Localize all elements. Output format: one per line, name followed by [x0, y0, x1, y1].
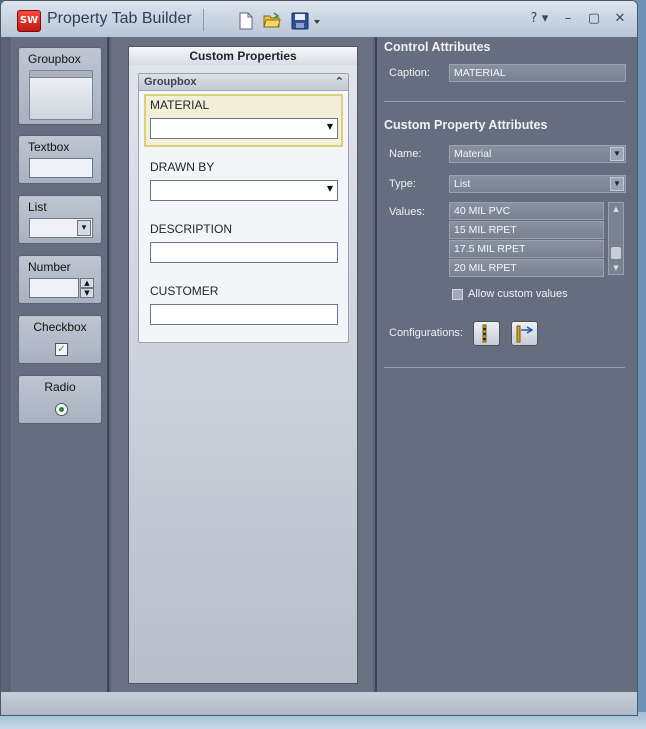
drawn-by-combo[interactable]: ▼: [150, 180, 338, 201]
values-label: Values:: [389, 206, 425, 218]
configurations-specific-button[interactable]: [511, 321, 538, 346]
checkbox-preview-icon: ✓: [55, 343, 68, 356]
collapse-icon[interactable]: ⌃: [335, 74, 344, 90]
toolbox-radio[interactable]: Radio: [18, 375, 102, 424]
spin-down-icon: ▼: [80, 288, 94, 298]
builder-body: Groupbox Textbox List ▾ Number ▲ ▼ Check…: [1, 37, 637, 715]
save-icon[interactable]: [291, 12, 309, 30]
groupbox-header[interactable]: Groupbox ⌃: [139, 74, 348, 91]
save-dropdown-icon[interactable]: [312, 12, 322, 30]
toolbox-groupbox-label: Groupbox: [28, 52, 81, 66]
close-button[interactable]: ✕: [613, 11, 627, 26]
caption-label: Caption:: [389, 67, 430, 79]
solidworks-logo: SW: [17, 10, 41, 32]
toolbox-list[interactable]: List ▾: [18, 195, 102, 244]
name-select[interactable]: Material ▼: [449, 145, 626, 163]
open-folder-icon[interactable]: [263, 12, 281, 30]
minimize-button[interactable]: –: [561, 11, 575, 26]
title-separator: [203, 9, 204, 31]
chevron-down-icon[interactable]: ▼: [610, 177, 624, 191]
status-bar: [1, 692, 637, 715]
textbox-preview-icon: [29, 158, 93, 178]
toolbox-list-label: List: [28, 200, 47, 214]
toolbox-radio-label: Radio: [44, 380, 76, 394]
form-design-panel: Custom Properties Groupbox ⌃ MATERIAL ▼ …: [111, 37, 373, 692]
new-document-icon[interactable]: [237, 12, 255, 30]
toolbox-number-label: Number: [28, 260, 71, 274]
window-title: Property Tab Builder: [47, 10, 192, 27]
toolbox-checkbox[interactable]: Checkbox ✓: [18, 315, 102, 364]
toolbox-textbox[interactable]: Textbox: [18, 135, 102, 184]
drawn-by-label: DRAWN BY: [150, 160, 215, 174]
chevron-down-icon: ▼: [326, 184, 333, 193]
attributes-panel: Control Attributes Caption: MATERIAL Cus…: [375, 37, 637, 692]
list-item[interactable]: 15 MIL RPET: [449, 221, 604, 239]
material-label: MATERIAL: [150, 98, 210, 112]
list-item[interactable]: 17.5 MIL RPET: [449, 240, 604, 258]
toolbox-textbox-label: Textbox: [28, 140, 70, 154]
type-select[interactable]: List ▼: [449, 175, 626, 193]
scroll-down-icon[interactable]: ▼: [609, 262, 623, 274]
customer-label: CUSTOMER: [150, 284, 219, 298]
toolbox-groupbox[interactable]: Groupbox: [18, 47, 102, 125]
property-tab-builder-window: SW Property Tab Builder ? ▾ – ▢ ✕ Groupb…: [0, 0, 638, 716]
custom-properties-form[interactable]: Custom Properties Groupbox ⌃ MATERIAL ▼ …: [128, 46, 358, 684]
type-label: Type:: [389, 178, 416, 190]
name-value: Material: [454, 148, 492, 160]
section-divider: [384, 367, 625, 368]
groupbox-preview-icon: [29, 70, 93, 120]
groupbox-title: Groupbox: [144, 76, 197, 88]
chevron-down-icon: ▼: [326, 122, 333, 131]
configurations-all-button[interactable]: [473, 321, 500, 346]
scroll-up-icon[interactable]: ▲: [609, 203, 623, 215]
groupbox-control[interactable]: Groupbox ⌃ MATERIAL ▼ DRAWN BY ▼ DESCRIP…: [138, 73, 349, 343]
caption-input[interactable]: MATERIAL: [449, 64, 626, 82]
help-icon[interactable]: ?: [527, 11, 541, 26]
list-preview-icon: ▾: [29, 218, 93, 238]
spin-up-icon: ▲: [80, 278, 94, 288]
configurations-all-icon: [482, 324, 487, 343]
allow-custom-values-label[interactable]: Allow custom values: [468, 288, 568, 300]
section-divider: [384, 101, 625, 102]
control-toolbox: Groupbox Textbox List ▾ Number ▲ ▼ Check…: [11, 37, 109, 692]
type-value: List: [454, 178, 471, 190]
name-label: Name:: [389, 148, 422, 160]
values-scrollbar[interactable]: ▲ ▼: [608, 202, 624, 275]
description-label: DESCRIPTION: [150, 222, 233, 236]
description-field[interactable]: [150, 242, 338, 263]
configurations-label: Configurations:: [389, 327, 463, 339]
toolbox-checkbox-label: Checkbox: [33, 320, 87, 334]
help-dropdown-icon[interactable]: ▾: [541, 11, 549, 26]
number-preview-icon: [29, 278, 79, 298]
values-list[interactable]: 40 MIL PVC 15 MIL RPET 17.5 MIL RPET 20 …: [449, 202, 604, 278]
configurations-specific-icon: [516, 325, 534, 343]
material-combo[interactable]: ▼: [150, 118, 338, 139]
radio-preview-icon: [55, 403, 68, 416]
scroll-thumb[interactable]: [611, 247, 621, 259]
custom-property-attributes-title: Custom Property Attributes: [384, 118, 548, 132]
list-item[interactable]: 40 MIL PVC: [449, 202, 604, 220]
form-header: Custom Properties: [129, 47, 357, 65]
title-bar[interactable]: SW Property Tab Builder ? ▾ – ▢ ✕: [1, 1, 637, 37]
toolbox-number[interactable]: Number ▲ ▼: [18, 255, 102, 304]
allow-custom-values-checkbox[interactable]: [452, 289, 463, 300]
control-attributes-title: Control Attributes: [384, 40, 491, 54]
chevron-down-icon[interactable]: ▼: [610, 147, 624, 161]
maximize-button[interactable]: ▢: [587, 11, 601, 26]
list-item[interactable]: 20 MIL RPET: [449, 259, 604, 277]
customer-field[interactable]: [150, 304, 338, 325]
